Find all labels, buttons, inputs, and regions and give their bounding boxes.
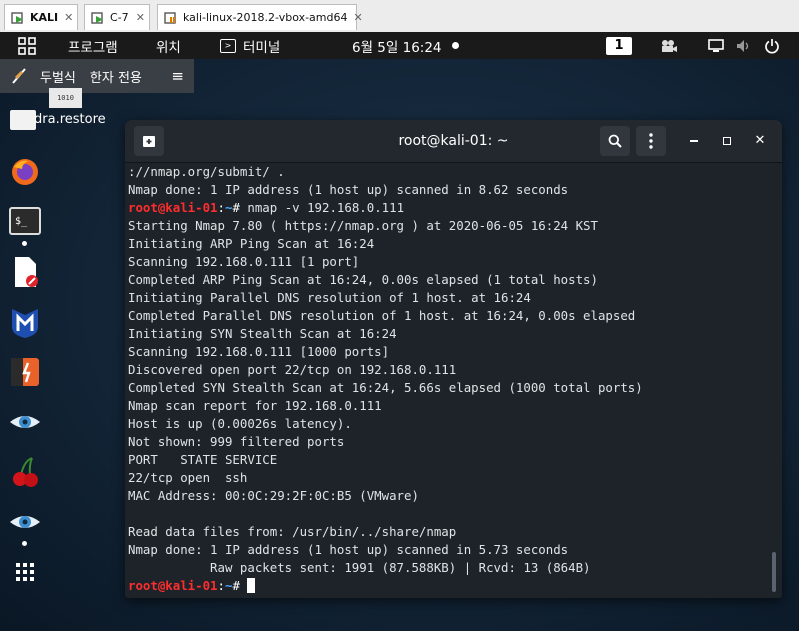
video-camera-icon[interactable] — [660, 32, 678, 59]
kebab-menu-icon — [649, 133, 653, 149]
terminal-icon: > — [220, 38, 236, 53]
output-line: Scanning 192.168.0.111 [1 port] — [128, 254, 360, 269]
display-icon[interactable] — [708, 32, 724, 59]
prompt-symbol: # — [232, 200, 248, 215]
running-indicator — [22, 541, 27, 546]
workspace-indicator[interactable]: 1 — [606, 32, 632, 59]
maximize-icon — [723, 136, 731, 145]
ime-menu-icon[interactable]: ≡ — [171, 67, 184, 85]
text-cursor — [247, 578, 256, 593]
output-line: Discovered open port 22/tcp on 192.168.0… — [128, 362, 457, 377]
host-tab-kali-2018[interactable]: kali-linux-2018.2-vbox-amd64 ✕ — [157, 4, 363, 30]
minimize-icon — [690, 139, 698, 142]
show-apps-icon[interactable] — [8, 555, 42, 589]
folder-icon — [10, 110, 36, 130]
ime-logo-icon — [10, 66, 30, 86]
output-line: Completed ARP Ping Scan at 16:24, 0.00s … — [128, 272, 598, 287]
ime-mode[interactable]: 한자 전용 — [90, 67, 142, 86]
workspace-number: 1 — [606, 36, 632, 55]
menu-programs[interactable]: 프로그램 — [68, 32, 118, 59]
prompt-symbol: # — [232, 578, 248, 593]
output-line: Nmap done: 1 IP address (1 host up) scan… — [128, 542, 569, 557]
output-line: Raw packets sent: 1991 (87.588KB) | Rcvd… — [128, 560, 591, 575]
output-line: Completed Parallel DNS resolution of 1 h… — [128, 308, 636, 323]
binary-file-icon: 1010 — [49, 88, 82, 108]
desktop-file[interactable]: 1010 dra.restore — [0, 88, 115, 136]
clock[interactable]: 6월 5일 16:24 — [352, 32, 459, 59]
volume-icon[interactable] — [736, 32, 752, 59]
prompt-line: root@kali-01:~# nmap -v 192.168.0.111 — [128, 199, 768, 217]
prompt-separator: : — [217, 200, 225, 215]
menu-places[interactable]: 위치 — [156, 32, 181, 59]
terminal-window: root@kali-01: ~ ✕ ://nmap.org/submit/ . N… — [125, 120, 782, 598]
vm-icon — [164, 11, 178, 25]
menu-terminal-label: 터미널 — [243, 39, 281, 56]
output-line: Completed SYN Stealth Scan at 16:24, 5.6… — [128, 380, 643, 395]
output-line: Nmap scan report for 192.168.0.111 — [128, 398, 382, 413]
cherry-icon[interactable] — [8, 455, 42, 489]
host-tab-label: KALI — [30, 11, 59, 24]
output-line: Not shown: 999 filtered ports — [128, 434, 345, 449]
host-tab-c7[interactable]: C-7 ✕ — [84, 4, 150, 30]
text-editor-icon[interactable] — [8, 255, 42, 289]
output-line: Initiating SYN Stealth Scan at 16:24 — [128, 326, 397, 341]
vm-icon — [91, 11, 105, 25]
host-tab-kali[interactable]: KALI ✕ — [4, 4, 78, 30]
output-line: Initiating ARP Ping Scan at 16:24 — [128, 236, 375, 251]
clock-text: 6월 5일 16:24 — [352, 39, 442, 56]
scrollbar[interactable] — [772, 552, 776, 592]
output-line: Initiating Parallel DNS resolution of 1 … — [128, 290, 531, 305]
app-grid-icon[interactable] — [18, 32, 36, 59]
output-line: Nmap done: 1 IP address (1 host up) scan… — [128, 182, 569, 197]
notification-dot-icon — [451, 42, 459, 49]
prompt-separator: : — [217, 578, 225, 593]
menu-terminal[interactable]: > 터미널 — [220, 32, 280, 59]
search-icon — [608, 134, 622, 148]
power-icon[interactable] — [764, 32, 780, 59]
output-line: Starting Nmap 7.80 ( https://nmap.org ) … — [128, 218, 598, 233]
prompt-user: root@kali-01 — [128, 200, 218, 215]
eye-icon[interactable] — [8, 505, 42, 539]
maximize-button[interactable] — [717, 130, 737, 152]
output-line: 22/tcp open ssh — [128, 470, 248, 485]
host-tab-label: kali-linux-2018.2-vbox-amd64 — [183, 11, 348, 24]
prompt-line: root@kali-01:~# — [128, 577, 768, 595]
menu-button[interactable] — [636, 126, 666, 156]
binary-file-icon-text: 1010 — [57, 94, 74, 102]
command-text: nmap -v 192.168.0.111 — [247, 200, 405, 215]
close-icon[interactable]: ✕ — [58, 11, 73, 24]
output-line: Read data files from: /usr/bin/../share/… — [128, 524, 457, 539]
output-line: MAC Address: 00:0C:29:2F:0C:B5 (VMware) — [128, 488, 419, 503]
burpsuite-icon[interactable] — [8, 355, 42, 389]
output-line: ://nmap.org/submit/ . — [128, 164, 285, 179]
close-icon[interactable]: ✕ — [348, 11, 363, 24]
output-line: Scanning 192.168.0.111 [1000 ports] — [128, 344, 390, 359]
host-tab-label: C-7 — [110, 11, 129, 24]
terminal-app-icon[interactable]: $_ — [8, 205, 42, 239]
running-indicator — [22, 241, 27, 246]
close-icon[interactable]: ✕ — [130, 11, 145, 24]
prompt-user: root@kali-01 — [128, 578, 218, 593]
terminal-titlebar[interactable]: root@kali-01: ~ ✕ — [125, 120, 782, 163]
vm-icon — [11, 11, 25, 25]
close-icon: ✕ — [754, 133, 766, 148]
metasploit-icon[interactable] — [8, 305, 42, 339]
eye-icon[interactable] — [8, 405, 42, 439]
desktop-file-label: dra.restore — [34, 112, 106, 127]
output-line: PORT STATE SERVICE — [128, 452, 278, 467]
minimize-button[interactable] — [684, 130, 704, 152]
top-panel: 프로그램 위치 > 터미널 6월 5일 16:24 1 — [0, 32, 799, 59]
svg-text:$_: $_ — [15, 216, 28, 227]
firefox-icon[interactable] — [8, 155, 42, 189]
terminal-output[interactable]: ://nmap.org/submit/ . Nmap done: 1 IP add… — [128, 163, 768, 597]
host-tab-bar: KALI ✕ C-7 ✕ kali-linux-2018.2-vbox-amd6… — [0, 0, 799, 33]
ime-engine[interactable]: 두벌식 — [40, 67, 76, 86]
search-button[interactable] — [600, 126, 630, 156]
output-line: Host is up (0.00026s latency). — [128, 416, 352, 431]
close-button[interactable]: ✕ — [750, 130, 770, 152]
